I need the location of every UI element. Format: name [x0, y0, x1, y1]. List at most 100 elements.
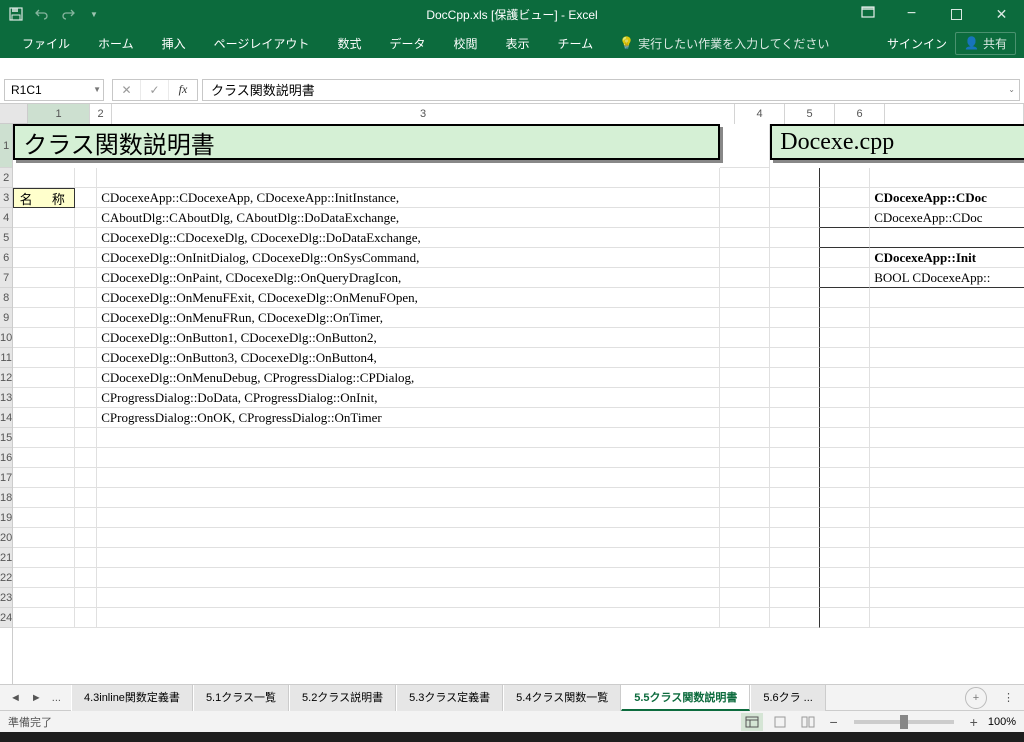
name-label-cell[interactable]: 名 称	[13, 188, 75, 208]
row-header-11[interactable]: 11	[0, 348, 12, 368]
cancel-formula-button[interactable]: ✕	[113, 80, 141, 100]
cell[interactable]	[13, 228, 75, 248]
cell[interactable]	[720, 608, 770, 628]
cell[interactable]	[870, 548, 1024, 568]
cell[interactable]: CAboutDlg::CAboutDlg, CAboutDlg::DoDataE…	[97, 208, 720, 228]
cell[interactable]	[13, 268, 75, 288]
cell[interactable]	[720, 248, 770, 268]
cell[interactable]	[770, 248, 820, 268]
name-box[interactable]: R1C1 ▼	[4, 79, 104, 101]
tab-home[interactable]: ホーム	[84, 28, 148, 58]
cell[interactable]	[75, 448, 97, 468]
cell[interactable]: CDocexeApp::CDoc	[870, 208, 1024, 228]
cell[interactable]	[720, 448, 770, 468]
cell[interactable]	[770, 608, 820, 628]
cell[interactable]	[870, 568, 1024, 588]
cell[interactable]: CDocexeApp::CDoc	[870, 188, 1024, 208]
row-header-3[interactable]: 3	[0, 188, 12, 208]
cell[interactable]	[75, 168, 97, 188]
cell[interactable]	[97, 448, 720, 468]
cell[interactable]	[770, 428, 820, 448]
zoom-slider-thumb[interactable]	[900, 715, 908, 729]
cell[interactable]	[820, 188, 870, 208]
maximize-button[interactable]	[934, 0, 979, 28]
cell[interactable]	[770, 288, 820, 308]
cell[interactable]	[75, 408, 97, 428]
tab-team[interactable]: チーム	[544, 28, 608, 58]
cell[interactable]	[770, 568, 820, 588]
row-header-18[interactable]: 18	[0, 488, 12, 508]
sheet-tab-1[interactable]: 5.1クラス一覧	[193, 685, 289, 711]
signin-link[interactable]: サインイン	[887, 35, 947, 52]
cell[interactable]	[13, 348, 75, 368]
select-all-corner[interactable]	[0, 104, 28, 124]
cell[interactable]	[13, 488, 75, 508]
cell[interactable]	[75, 328, 97, 348]
cell[interactable]: CDocexeApp::CDocexeApp, CDocexeApp::Init…	[97, 188, 720, 208]
cell[interactable]	[75, 568, 97, 588]
row-header-16[interactable]: 16	[0, 448, 12, 468]
insert-function-button[interactable]: fx	[169, 80, 197, 100]
cell[interactable]	[770, 408, 820, 428]
cell[interactable]	[75, 508, 97, 528]
row-header-9[interactable]: 9	[0, 308, 12, 328]
cell[interactable]	[97, 468, 720, 488]
cell[interactable]	[820, 248, 870, 268]
sheet-menu-button[interactable]: ⋮	[993, 691, 1024, 704]
cell[interactable]	[820, 268, 870, 288]
cell[interactable]	[720, 468, 770, 488]
cell[interactable]	[13, 368, 75, 388]
row-header-17[interactable]: 17	[0, 468, 12, 488]
cell[interactable]	[13, 548, 75, 568]
cell[interactable]	[13, 308, 75, 328]
cell[interactable]	[770, 328, 820, 348]
zoom-out-button[interactable]: −	[825, 714, 841, 730]
sheet-tab-6[interactable]: 5.6クラ ...	[750, 685, 826, 711]
cell[interactable]	[75, 528, 97, 548]
tab-pagelayout[interactable]: ページレイアウト	[200, 28, 324, 58]
cell[interactable]	[820, 468, 870, 488]
cell[interactable]	[97, 588, 720, 608]
cell[interactable]	[720, 408, 770, 428]
cell[interactable]	[75, 228, 97, 248]
cell[interactable]	[75, 388, 97, 408]
grid-body[interactable]: クラス関数説明書 Docexe.cpp 名 称 CDocexeApp::CDoc…	[13, 124, 1024, 684]
cell[interactable]	[720, 188, 770, 208]
save-button[interactable]	[4, 2, 28, 26]
cell[interactable]	[770, 548, 820, 568]
cell[interactable]	[75, 368, 97, 388]
tab-file[interactable]: ファイル	[8, 28, 84, 58]
sheet-nav-first[interactable]: ◄	[10, 692, 21, 704]
cell[interactable]	[870, 308, 1024, 328]
tell-me-search[interactable]: 💡 実行したい作業を入力してください	[619, 35, 829, 52]
qat-customize-dropdown[interactable]: ▼	[82, 2, 106, 26]
cell[interactable]	[820, 308, 870, 328]
close-button[interactable]: ✕	[979, 0, 1024, 28]
cell[interactable]	[770, 388, 820, 408]
row-header-24[interactable]: 24	[0, 608, 12, 628]
cell[interactable]	[870, 488, 1024, 508]
cell[interactable]	[870, 608, 1024, 628]
cell[interactable]	[870, 508, 1024, 528]
cell[interactable]	[13, 508, 75, 528]
cell[interactable]: CProgressDialog::OnOK, CProgressDialog::…	[97, 408, 720, 428]
cell[interactable]	[13, 288, 75, 308]
row-header-6[interactable]: 6	[0, 248, 12, 268]
sheet-tab-5[interactable]: 5.5クラス関数説明書	[621, 685, 750, 711]
row-header-13[interactable]: 13	[0, 388, 12, 408]
cell[interactable]	[870, 228, 1024, 248]
add-sheet-button[interactable]: +	[965, 687, 987, 709]
cell[interactable]	[720, 268, 770, 288]
cell[interactable]	[770, 208, 820, 228]
cell[interactable]	[75, 188, 97, 208]
row-header-4[interactable]: 4	[0, 208, 12, 228]
cell[interactable]	[720, 124, 770, 168]
cell[interactable]	[720, 508, 770, 528]
cell[interactable]	[820, 168, 870, 188]
cell[interactable]	[820, 568, 870, 588]
cell[interactable]	[720, 288, 770, 308]
row-header-1[interactable]: 1	[0, 124, 12, 168]
row-header-8[interactable]: 8	[0, 288, 12, 308]
sheet-tab-4[interactable]: 5.4クラス関数一覧	[503, 685, 621, 711]
row-header-23[interactable]: 23	[0, 588, 12, 608]
